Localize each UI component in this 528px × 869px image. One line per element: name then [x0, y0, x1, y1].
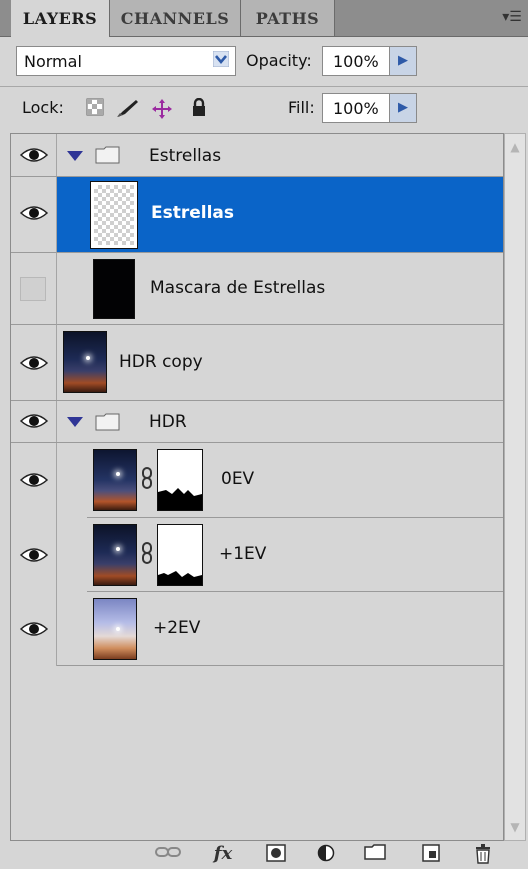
scrollbar[interactable]: ▲ ▼	[504, 133, 526, 841]
folder-icon	[95, 413, 120, 431]
tab-paths[interactable]: PATHS	[241, 0, 335, 36]
layer-row-selected[interactable]: Estrellas	[57, 177, 503, 253]
fill-slider-arrow-icon[interactable]: ▶	[389, 93, 417, 123]
layers-panel: LAYERS CHANNELS PATHS ▾☰ Normal Opacity:…	[0, 0, 528, 867]
visibility-toggle[interactable]	[11, 253, 57, 325]
visibility-toggle[interactable]	[11, 134, 57, 176]
visibility-empty-box	[20, 277, 46, 301]
layer-thumbnail	[93, 259, 135, 319]
tab-layers[interactable]: LAYERS	[11, 0, 110, 37]
layer-thumbnail	[63, 331, 107, 393]
visibility-toggle[interactable]	[11, 518, 57, 592]
layer-row[interactable]: +1EV	[87, 518, 503, 592]
scroll-down-icon[interactable]: ▼	[506, 818, 524, 836]
layer-name: HDR	[149, 412, 187, 432]
lock-all-icon[interactable]	[190, 97, 208, 116]
folder-icon	[95, 146, 120, 164]
lock-position-icon[interactable]	[150, 98, 174, 119]
tab-channels[interactable]: CHANNELS	[110, 0, 241, 36]
lock-label: Lock:	[22, 98, 64, 117]
layer-name: Estrellas	[149, 146, 222, 166]
divider	[0, 86, 528, 87]
link-layers-icon[interactable]	[155, 844, 181, 864]
chevron-down-icon[interactable]	[211, 50, 231, 71]
new-layer-icon[interactable]	[418, 844, 444, 864]
eye-icon	[20, 414, 48, 428]
layer-name: Mascara de Estrellas	[150, 278, 326, 298]
visibility-toggle[interactable]	[11, 592, 57, 666]
eye-icon	[20, 473, 48, 487]
blend-mode-select[interactable]: Normal	[16, 46, 236, 76]
layer-group-row[interactable]: HDR	[11, 401, 503, 443]
new-group-icon[interactable]	[362, 844, 388, 864]
visibility-toggle[interactable]	[11, 401, 57, 442]
fill-field[interactable]: 100%	[322, 93, 390, 123]
eye-icon	[20, 206, 48, 220]
panel-menu-icon[interactable]: ▾☰	[502, 8, 522, 26]
layer-list: Estrellas Estrellas Mascara de Estrellas…	[10, 133, 504, 841]
layer-mask-thumbnail	[157, 449, 203, 511]
layer-thumbnail	[93, 524, 137, 586]
expand-triangle-icon[interactable]	[67, 417, 83, 427]
layer-name: +1EV	[219, 544, 267, 564]
eye-icon	[20, 148, 48, 162]
add-mask-icon[interactable]	[263, 844, 289, 864]
opacity-label: Opacity:	[246, 51, 312, 70]
trash-icon[interactable]	[470, 844, 496, 864]
layer-row[interactable]: 0EV	[87, 443, 503, 518]
eye-icon	[20, 548, 48, 562]
layer-thumbnail	[90, 181, 138, 249]
lock-transparency-icon[interactable]	[86, 98, 104, 116]
scroll-up-icon[interactable]: ▲	[506, 138, 524, 156]
expand-triangle-icon[interactable]	[67, 151, 83, 161]
layer-group-row[interactable]: Estrellas	[11, 134, 503, 177]
layer-row[interactable]: HDR copy	[11, 325, 503, 401]
layer-mask-thumbnail	[157, 524, 203, 586]
layer-row[interactable]: Mascara de Estrellas	[57, 253, 503, 325]
layer-thumbnail	[93, 598, 137, 660]
link-chain-icon[interactable]	[141, 542, 153, 564]
layer-name: Estrellas	[151, 203, 235, 223]
opacity-field[interactable]: 100%	[322, 46, 390, 76]
layer-name: HDR copy	[119, 352, 203, 372]
fx-icon[interactable]: fx	[210, 844, 236, 864]
eye-icon	[20, 622, 48, 636]
opacity-slider-arrow-icon[interactable]: ▶	[389, 46, 417, 76]
layer-name: +2EV	[153, 618, 201, 638]
visibility-toggle[interactable]	[11, 177, 57, 253]
eye-icon	[20, 356, 48, 370]
layer-row[interactable]: +2EV	[57, 592, 503, 666]
visibility-toggle[interactable]	[11, 325, 57, 400]
tab-bar: LAYERS CHANNELS PATHS ▾☰	[0, 0, 528, 37]
lock-pixels-icon[interactable]	[116, 98, 140, 117]
link-chain-icon[interactable]	[141, 467, 153, 489]
visibility-toggle[interactable]	[11, 443, 57, 518]
bottom-toolbar: fx	[0, 841, 528, 867]
adjustment-layer-icon[interactable]	[315, 844, 341, 864]
fill-label: Fill:	[288, 98, 315, 117]
layer-thumbnail	[93, 449, 137, 511]
blend-mode-value: Normal	[24, 52, 82, 71]
layer-name: 0EV	[221, 469, 255, 489]
